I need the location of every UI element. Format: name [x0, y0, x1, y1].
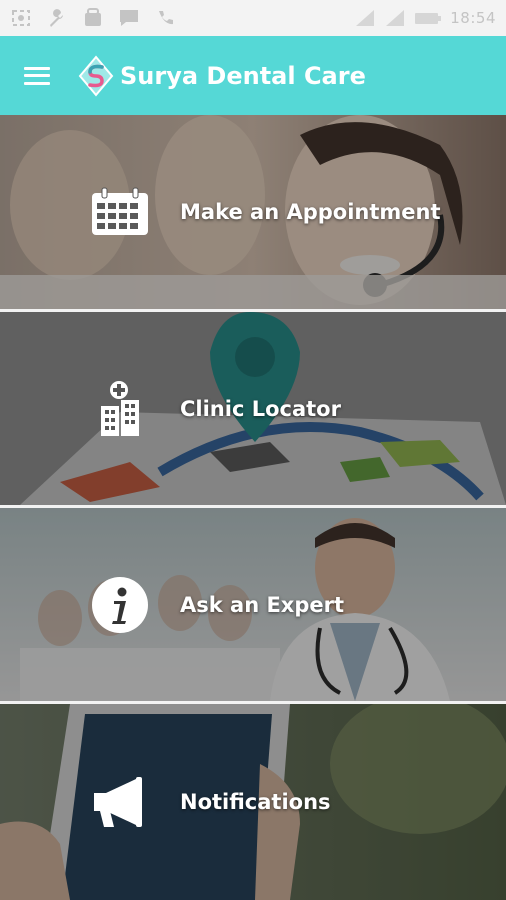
menu-item-label: Ask an Expert: [180, 592, 345, 617]
surya-logo-icon: [78, 54, 114, 97]
hamburger-menu-icon[interactable]: [24, 64, 54, 88]
status-bar: 18:54: [0, 0, 506, 36]
calendar-icon: [88, 180, 152, 244]
store-icon: [85, 8, 101, 26]
battery-icon: [415, 13, 442, 24]
tile-content: Make an Appointment: [88, 115, 506, 309]
app-bar: Surya Dental Care: [0, 36, 506, 115]
menu-item-notifications[interactable]: Notifications: [0, 704, 506, 900]
menu-item-label: Make an Appointment: [180, 200, 441, 224]
megaphone-icon: [88, 770, 152, 834]
phone-icon: [159, 11, 173, 25]
signal-icon: [386, 10, 405, 26]
screenshot-icon: [12, 10, 30, 26]
menu-item-label: Notifications: [180, 790, 331, 814]
hospital-building-icon: [88, 377, 152, 441]
info-icon: [88, 573, 152, 637]
tile-content: Ask an Expert: [88, 508, 506, 701]
menu-item-clinic-locator[interactable]: Clinic Locator: [0, 312, 506, 505]
app-title: Surya Dental Care: [120, 61, 366, 90]
status-right-icons: 18:54: [354, 8, 496, 28]
status-time: 18:54: [450, 9, 496, 27]
tile-content: Notifications: [88, 704, 506, 900]
tile-content: Clinic Locator: [88, 312, 506, 505]
menu-item-ask-expert[interactable]: Ask an Expert: [0, 508, 506, 701]
menu-item-label: Clinic Locator: [180, 396, 341, 421]
menu-item-make-appointment[interactable]: Make an Appointment: [0, 115, 506, 309]
menu-list: Make an Appointment Clinic Locator Ask a…: [0, 115, 506, 900]
wrench-icon: [50, 9, 63, 27]
message-icon: [120, 10, 138, 26]
status-left-icons: [10, 8, 176, 28]
signal-icon: [356, 10, 375, 26]
